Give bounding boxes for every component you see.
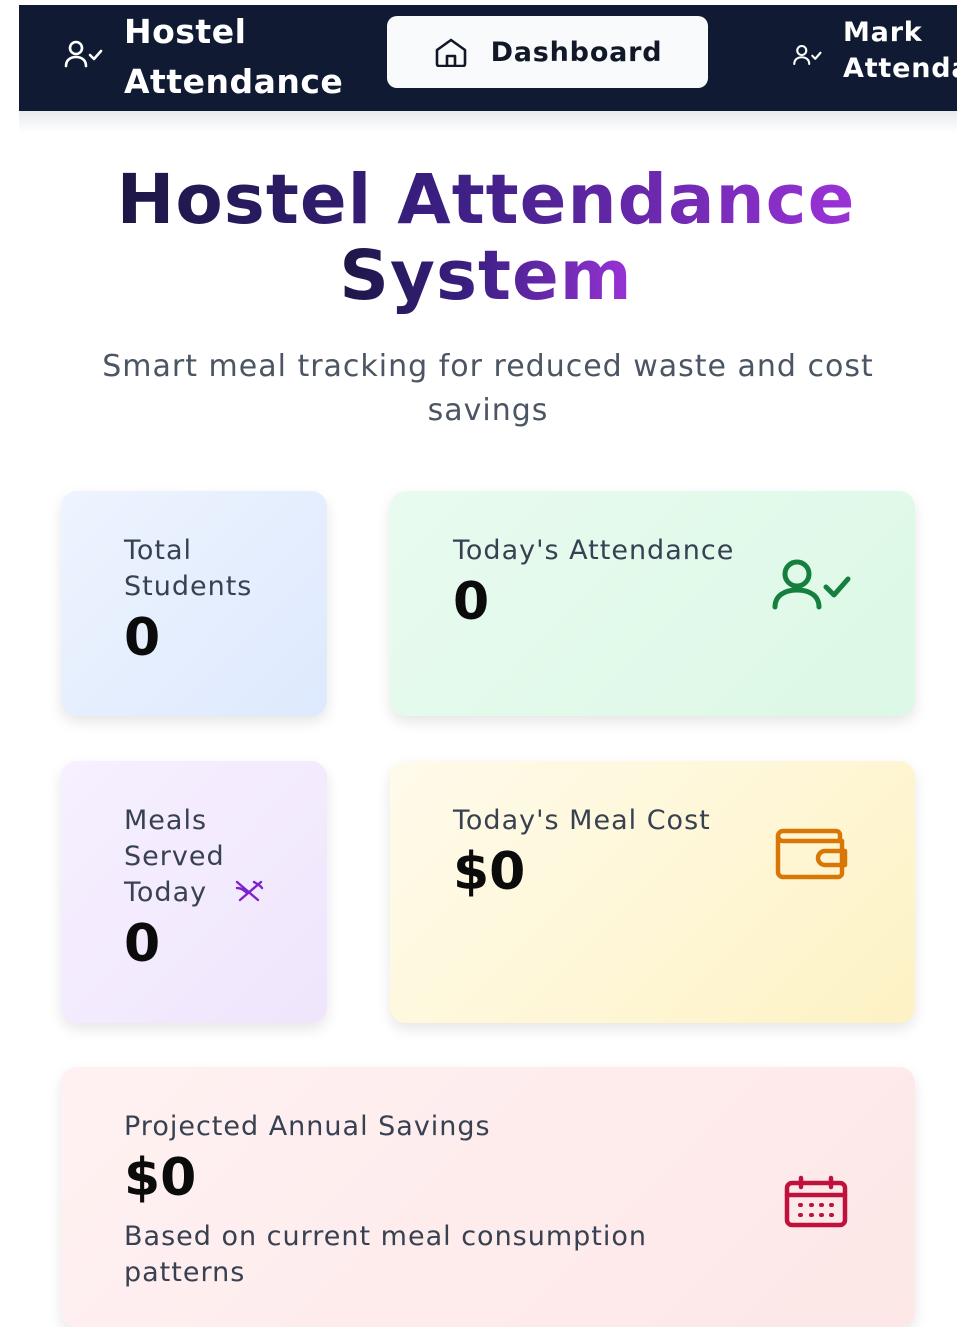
app-title[interactable]: Hostel Attendance bbox=[124, 7, 384, 107]
meals-served-value: 0 bbox=[124, 914, 161, 974]
dashboard-label: Dashboard bbox=[490, 36, 663, 68]
meal-cost-label: Today's Meal Cost bbox=[453, 805, 711, 836]
calendar-icon bbox=[784, 1175, 848, 1228]
wallet-icon bbox=[775, 828, 848, 880]
total-students-label: Total Students bbox=[124, 535, 253, 602]
navbar-shadow bbox=[19, 111, 957, 133]
top-navbar: Hostel Attendance Dashboard Mark Attenda… bbox=[19, 5, 957, 111]
total-students-value: 0 bbox=[124, 608, 161, 668]
meal-cost-card: Today's Meal Cost $0 bbox=[390, 761, 915, 1023]
utensils-crossed-icon bbox=[235, 880, 264, 902]
hero-title-line2: System bbox=[339, 236, 633, 316]
mark-attendance-nav-link[interactable]: Mark Attendance bbox=[843, 15, 957, 87]
annual-savings-value: $0 bbox=[124, 1148, 197, 1208]
annual-savings-label: Projected Annual Savings bbox=[124, 1111, 491, 1142]
home-icon bbox=[435, 38, 466, 67]
todays-attendance-card: Today's Attendance 0 bbox=[390, 491, 915, 716]
hero-title: Hostel Attendance System bbox=[0, 162, 972, 314]
meal-cost-value: $0 bbox=[453, 842, 526, 902]
total-students-card: Total Students 0 bbox=[61, 491, 327, 716]
todays-attendance-value: 0 bbox=[453, 572, 490, 632]
meals-served-card: Meals Served Today 0 bbox=[61, 761, 327, 1023]
user-check-icon bbox=[64, 40, 103, 68]
dashboard-nav-button[interactable]: Dashboard bbox=[387, 16, 708, 88]
user-check-icon bbox=[793, 44, 822, 66]
user-check-icon bbox=[772, 559, 851, 610]
hero-subtitle: Smart meal tracking for reduced waste an… bbox=[102, 349, 874, 428]
hero-title-line1: Hostel Attendance bbox=[116, 160, 856, 240]
todays-attendance-label: Today's Attendance bbox=[453, 535, 735, 566]
annual-savings-card: Projected Annual Savings $0 Based on cur… bbox=[61, 1067, 915, 1327]
annual-savings-note: Based on current meal consumption patter… bbox=[124, 1221, 648, 1288]
